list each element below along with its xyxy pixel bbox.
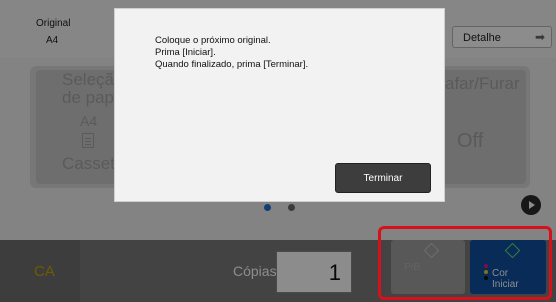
end-button[interactable]: Terminar [335,163,431,193]
dialog-message-line3: Quando finalizado, prima [Terminar]. [155,59,309,70]
dialog-message-line2: Prima [Iniciar]. [155,47,216,58]
dialog-message-line1: Coloque o próximo original. [155,35,271,46]
start-buttons-highlight [378,226,552,300]
end-button-label: Terminar [363,173,403,184]
copy-screen: Original A4 Detalhe ➡ Seleção de papel A… [0,0,556,302]
next-original-dialog: Coloque o próximo original. Prima [Inici… [114,8,445,202]
